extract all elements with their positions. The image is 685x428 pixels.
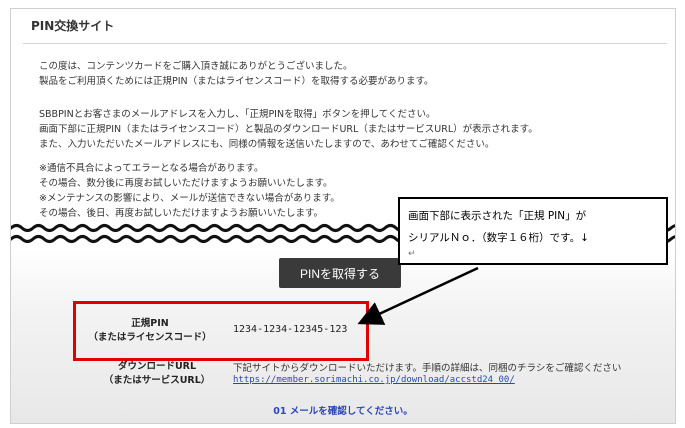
return-mark: ↵ — [408, 249, 416, 259]
callout-arrow — [357, 266, 479, 325]
callout-line: シリアルＮｏ．（数字１６桁）です。↓ — [408, 232, 589, 244]
callout-line: 画面下部に表示された「正規 PIN」が — [408, 210, 587, 222]
annotation-callout: 画面下部に表示された「正規 PIN」が シリアルＮｏ．（数字１６桁）です。↓ ↵ — [398, 197, 668, 265]
